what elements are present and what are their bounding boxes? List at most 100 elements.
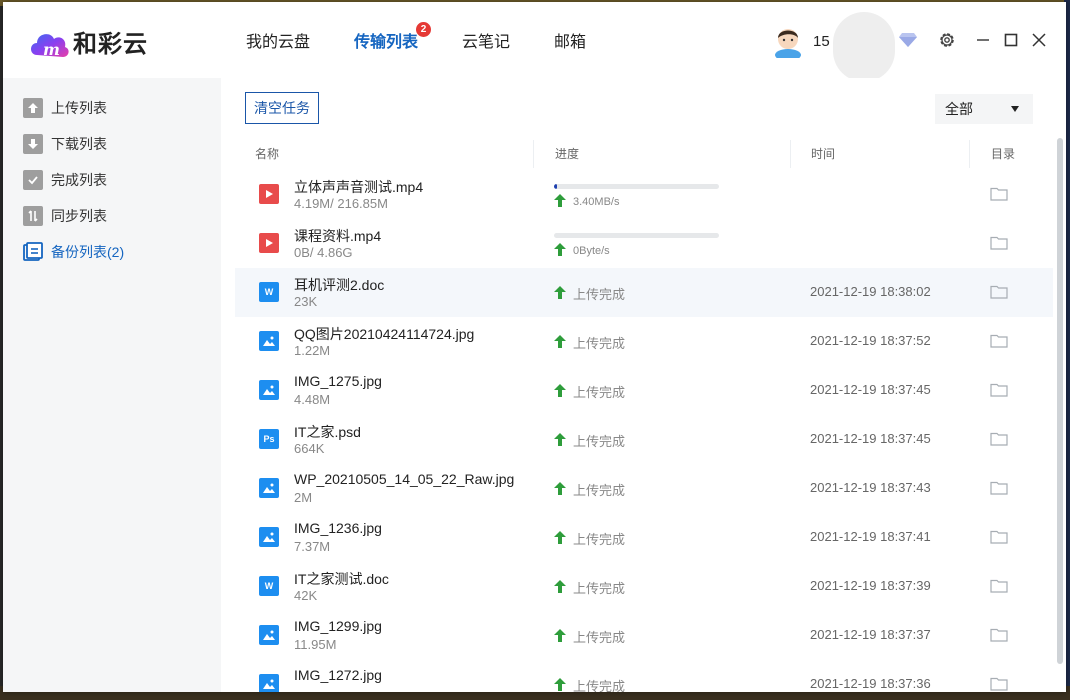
upload-time: 2021-12-19 18:37:37 <box>810 627 931 642</box>
file-name: IMG_1272.jpg <box>294 667 382 683</box>
folder-icon[interactable] <box>990 627 1008 647</box>
column-header-progress[interactable]: 进度 <box>555 138 579 170</box>
table-row[interactable]: 课程资料.mp4 0B/ 4.86G 0Byte/s <box>235 219 1053 268</box>
column-header-time[interactable]: 时间 <box>811 138 835 170</box>
table-row[interactable]: W IT之家测试.doc 42K 上传完成 2021-12-19 18:37:39 <box>235 562 1053 611</box>
upload-status: 上传完成 <box>554 284 625 303</box>
backup-list-icon <box>23 242 43 262</box>
sidebar-item-download-list[interactable]: 下载列表 <box>23 132 107 156</box>
image-file-icon <box>259 625 279 645</box>
filter-dropdown-value: 全部 <box>945 101 973 117</box>
tab-transfer-list-label: 传输列表 <box>354 34 419 51</box>
transfer-speed-text: 0Byte/s <box>573 245 610 257</box>
user-name: 15 <box>813 32 830 50</box>
folder-icon[interactable] <box>990 676 1008 692</box>
upload-status-text: 上传完成 <box>573 630 626 645</box>
upload-arrow-icon <box>554 334 566 351</box>
folder-icon[interactable] <box>990 235 1008 255</box>
masked-user-info <box>833 12 895 82</box>
video-file-icon <box>259 233 279 253</box>
folder-icon[interactable] <box>990 284 1008 304</box>
column-header-folder[interactable]: 目录 <box>991 138 1015 170</box>
clear-tasks-button[interactable]: 清空任务 <box>245 92 319 124</box>
tab-transfer-list[interactable]: 传输列表 2 <box>354 22 432 52</box>
upload-status-text: 上传完成 <box>573 679 626 692</box>
gear-icon[interactable] <box>937 30 957 50</box>
user-info[interactable]: 15 <box>773 24 830 61</box>
minimize-icon[interactable] <box>973 30 993 50</box>
psd-file-icon: Ps <box>259 429 279 449</box>
transfer-speed: 0Byte/s <box>554 243 610 259</box>
scrollbar-thumb[interactable] <box>1057 138 1063 664</box>
sidebar-item-label: 同步列表 <box>51 208 107 224</box>
upload-status-text: 上传完成 <box>573 385 626 400</box>
sidebar-item-backup-list[interactable]: 备份列表(2) <box>23 240 124 264</box>
column-header-name[interactable]: 名称 <box>255 138 279 170</box>
file-name: IT之家.psd <box>294 424 361 440</box>
cloud-logo-icon: m <box>27 25 71 59</box>
sidebar: 上传列表 下载列表 完成列表 同步列表 备份列表(2) <box>3 78 221 692</box>
tab-cloud-notes[interactable]: 云笔记 <box>462 28 510 52</box>
upload-time: 2021-12-19 18:37:36 <box>810 676 931 691</box>
table-row[interactable]: 立体声声音测试.mp4 4.19M/ 216.85M 3.40MB/s <box>235 170 1053 219</box>
sidebar-item-upload-list[interactable]: 上传列表 <box>23 96 107 120</box>
table-row[interactable]: WP_20210505_14_05_22_Raw.jpg 2M 上传完成 2021-1… <box>235 464 1053 513</box>
filter-dropdown[interactable]: 全部 <box>935 94 1033 124</box>
transfer-speed-text: 3.40MB/s <box>573 196 620 208</box>
sidebar-item-sync-list[interactable]: 同步列表 <box>23 204 107 228</box>
upload-status-text: 上传完成 <box>573 434 626 449</box>
file-size: 2M <box>294 490 313 505</box>
folder-icon[interactable] <box>990 480 1008 500</box>
folder-icon[interactable] <box>990 333 1008 353</box>
sync-list-icon <box>23 206 43 226</box>
upload-status: 上传完成 <box>554 431 625 450</box>
file-size: 4.48M <box>294 392 331 407</box>
image-file-icon <box>259 478 279 498</box>
diamond-icon[interactable] <box>898 32 918 53</box>
upload-list-icon <box>23 98 43 118</box>
transfer-speed: 3.40MB/s <box>554 194 619 210</box>
close-icon[interactable] <box>1029 30 1049 50</box>
progress-bar <box>554 184 719 189</box>
tab-mailbox[interactable]: 邮箱 <box>554 28 586 52</box>
folder-icon[interactable] <box>990 529 1008 549</box>
upload-arrow-icon <box>554 530 566 547</box>
folder-icon[interactable] <box>990 431 1008 451</box>
image-file-icon <box>259 331 279 351</box>
sidebar-item-label: 下载列表 <box>51 136 107 152</box>
table-row[interactable]: IMG_1236.jpg 7.37M 上传完成 2021-12-19 18:37:41 <box>235 513 1053 562</box>
table-row[interactable]: QQ图片20210424114724.jpg 1.22M 上传完成 2021-12-1… <box>235 317 1053 366</box>
upload-arrow-icon <box>554 285 566 302</box>
folder-icon[interactable] <box>990 186 1008 206</box>
svg-text:m: m <box>43 40 60 59</box>
upload-status-text: 上传完成 <box>573 336 626 351</box>
transfer-count-badge: 2 <box>416 22 432 37</box>
table-row[interactable]: Ps IT之家.psd 664K 上传完成 2021-12-19 18:37:45 <box>235 415 1053 464</box>
upload-status: 上传完成 <box>554 382 625 401</box>
column-divider <box>533 140 534 168</box>
sidebar-item-label: 上传列表 <box>51 100 107 116</box>
folder-icon[interactable] <box>990 382 1008 402</box>
upload-status-text: 上传完成 <box>573 287 626 302</box>
table-row[interactable]: W 耳机评测2.doc 23K 上传完成 2021-12-19 18:38:02 <box>235 268 1053 317</box>
sidebar-item-completed-list[interactable]: 完成列表 <box>23 168 107 192</box>
folder-icon[interactable] <box>990 578 1008 598</box>
upload-status: 上传完成 <box>554 333 625 352</box>
upload-status: 上传完成 <box>554 529 625 548</box>
file-name: IT之家测试.doc <box>294 571 389 587</box>
file-name: 课程资料.mp4 <box>294 228 382 244</box>
table-row[interactable]: IMG_1299.jpg 11.95M 上传完成 2021-12-19 18:37:3… <box>235 611 1053 660</box>
file-name: WP_20210505_14_05_22_Raw.jpg <box>294 471 515 487</box>
chevron-down-icon <box>1011 106 1019 112</box>
download-list-icon <box>23 134 43 154</box>
progress-bar <box>554 233 719 238</box>
tab-my-drive[interactable]: 我的云盘 <box>246 28 310 52</box>
table-row[interactable]: IMG_1275.jpg 4.48M 上传完成 2021-12-19 18:37:45 <box>235 366 1053 415</box>
doc-file-icon: W <box>259 576 279 596</box>
app-window: m 和彩云 我的云盘 传输列表 2 云笔记 邮箱 15 上传列表 下载列表 完成… <box>3 2 1066 692</box>
table-row[interactable]: IMG_1272.jpg 上传完成 2021-12-19 18:37:36 <box>235 660 1053 692</box>
upload-status: 上传完成 <box>554 480 625 499</box>
maximize-icon[interactable] <box>1001 30 1021 50</box>
scrollbar[interactable] <box>1057 138 1063 688</box>
avatar-icon[interactable] <box>773 24 803 61</box>
